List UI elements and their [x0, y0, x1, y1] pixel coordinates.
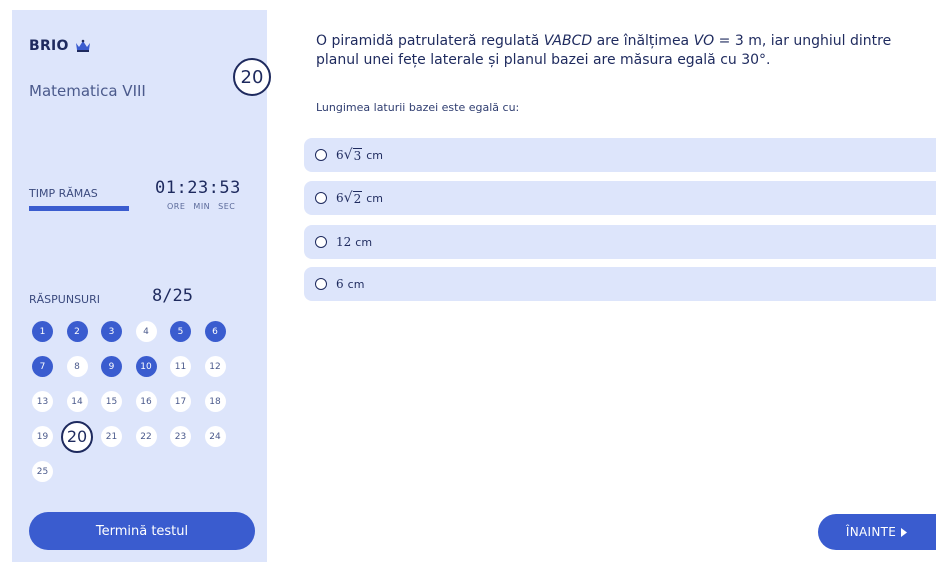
answer-option-text: 6 √ 2 cm: [336, 189, 383, 206]
timer-progress-bar: [29, 206, 129, 211]
option-radicand: 2: [352, 190, 363, 206]
question-nav-item[interactable]: 23: [170, 426, 191, 447]
option-coefficient: 6: [336, 190, 344, 205]
question-nav-item[interactable]: 7: [32, 356, 53, 377]
next-button-label: ÎNAINTE: [845, 525, 897, 539]
timer-unit-hours: ORE: [167, 202, 186, 211]
question-nav-item[interactable]: 4: [135, 321, 157, 342]
question-nav-item[interactable]: 10: [135, 356, 157, 377]
question-text-part2: are înălțimea: [592, 33, 694, 49]
question-nav-item[interactable]: 6: [204, 321, 226, 342]
option-coefficient: 6: [336, 277, 344, 291]
radio-icon[interactable]: [315, 278, 327, 290]
question-nav-item[interactable]: 16: [135, 391, 157, 412]
question-nav-item[interactable]: 1: [32, 321, 53, 342]
finish-test-button[interactable]: Termină testul: [29, 512, 255, 550]
answer-option-c[interactable]: 12 cm: [304, 225, 936, 259]
question-nav-item[interactable]: 11: [170, 356, 191, 377]
question-nav-item[interactable]: 2: [66, 321, 88, 342]
answers-label: RĂSPUNSURI: [29, 293, 100, 306]
question-nav-item[interactable]: 18: [204, 391, 226, 412]
answer-option-b[interactable]: 6 √ 2 cm: [304, 181, 936, 215]
question-nav-item[interactable]: 9: [101, 356, 122, 377]
timer-value: 01:23:53: [155, 178, 241, 198]
question-text-italic2: VO: [693, 33, 715, 49]
question-nav-item[interactable]: 25: [32, 461, 53, 482]
crown-icon: [75, 39, 90, 52]
question-nav-item[interactable]: 21: [101, 426, 122, 447]
timer-units: ORE MIN SEC: [167, 202, 235, 211]
question-nav-item[interactable]: 8: [66, 356, 88, 377]
radio-icon[interactable]: [315, 192, 327, 204]
option-coefficient: 12: [336, 235, 352, 249]
question-prompt: Lungimea laturii bazei este egală cu:: [316, 101, 520, 114]
question-nav-item[interactable]: 19: [32, 426, 53, 447]
answer-option-text: 6 cm: [336, 277, 364, 291]
square-root: √ 3: [343, 146, 363, 163]
answer-option-text: 6 √ 3 cm: [336, 146, 383, 163]
question-nav-item[interactable]: 22: [135, 426, 157, 447]
subject-title: Matematica VIII: [29, 82, 146, 100]
brand-logo: BRIO: [29, 38, 92, 54]
question-nav-item[interactable]: 14: [66, 391, 88, 412]
question-text: O piramidă patrulateră regulată VABCD ar…: [316, 32, 922, 70]
option-radicand: 3: [352, 147, 363, 163]
question-text-italic1: VABCD: [543, 33, 593, 49]
option-unit: cm: [366, 148, 383, 162]
question-nav-item[interactable]: 17: [170, 391, 191, 412]
answer-option-a[interactable]: 6 √ 3 cm: [304, 138, 936, 172]
question-nav-item[interactable]: 20: [61, 420, 93, 453]
option-unit: cm: [355, 236, 373, 249]
answer-option-text: 12 cm: [336, 235, 372, 249]
brand-name: BRIO: [29, 38, 69, 54]
play-arrow-icon: [901, 527, 908, 537]
answer-option-d[interactable]: 6 cm: [304, 267, 936, 301]
radio-icon[interactable]: [315, 149, 327, 161]
question-navigator-grid: 1 2 3 4 5 6 7 8 9 10 11 12 13 14 15 16 17 18 19 20 21 22 23 24 2…: [32, 321, 242, 482]
question-text-part1: O piramidă patrulateră regulată: [316, 33, 544, 49]
question-number-badge: 20: [233, 58, 271, 96]
radio-icon[interactable]: [315, 236, 327, 248]
question-nav-item[interactable]: 13: [32, 391, 53, 412]
sidebar: BRIO Matematica VIII TIMP RĂMAS 01:23:53…: [12, 10, 267, 562]
next-button[interactable]: ÎNAINTE: [818, 514, 936, 550]
question-nav-item[interactable]: 5: [170, 321, 191, 342]
answers-count: 8/25: [152, 286, 193, 306]
option-unit: cm: [366, 191, 383, 205]
question-nav-item[interactable]: 12: [204, 356, 226, 377]
question-nav-item[interactable]: 24: [204, 426, 226, 447]
square-root: √ 2: [343, 189, 363, 206]
question-nav-item[interactable]: 3: [101, 321, 122, 342]
option-coefficient: 6: [336, 147, 344, 162]
question-nav-item[interactable]: 15: [101, 391, 122, 412]
option-unit: cm: [347, 278, 365, 291]
timer-label: TIMP RĂMAS: [29, 187, 98, 200]
timer-unit-minutes: MIN: [193, 202, 211, 211]
timer-unit-seconds: SEC: [218, 202, 236, 211]
